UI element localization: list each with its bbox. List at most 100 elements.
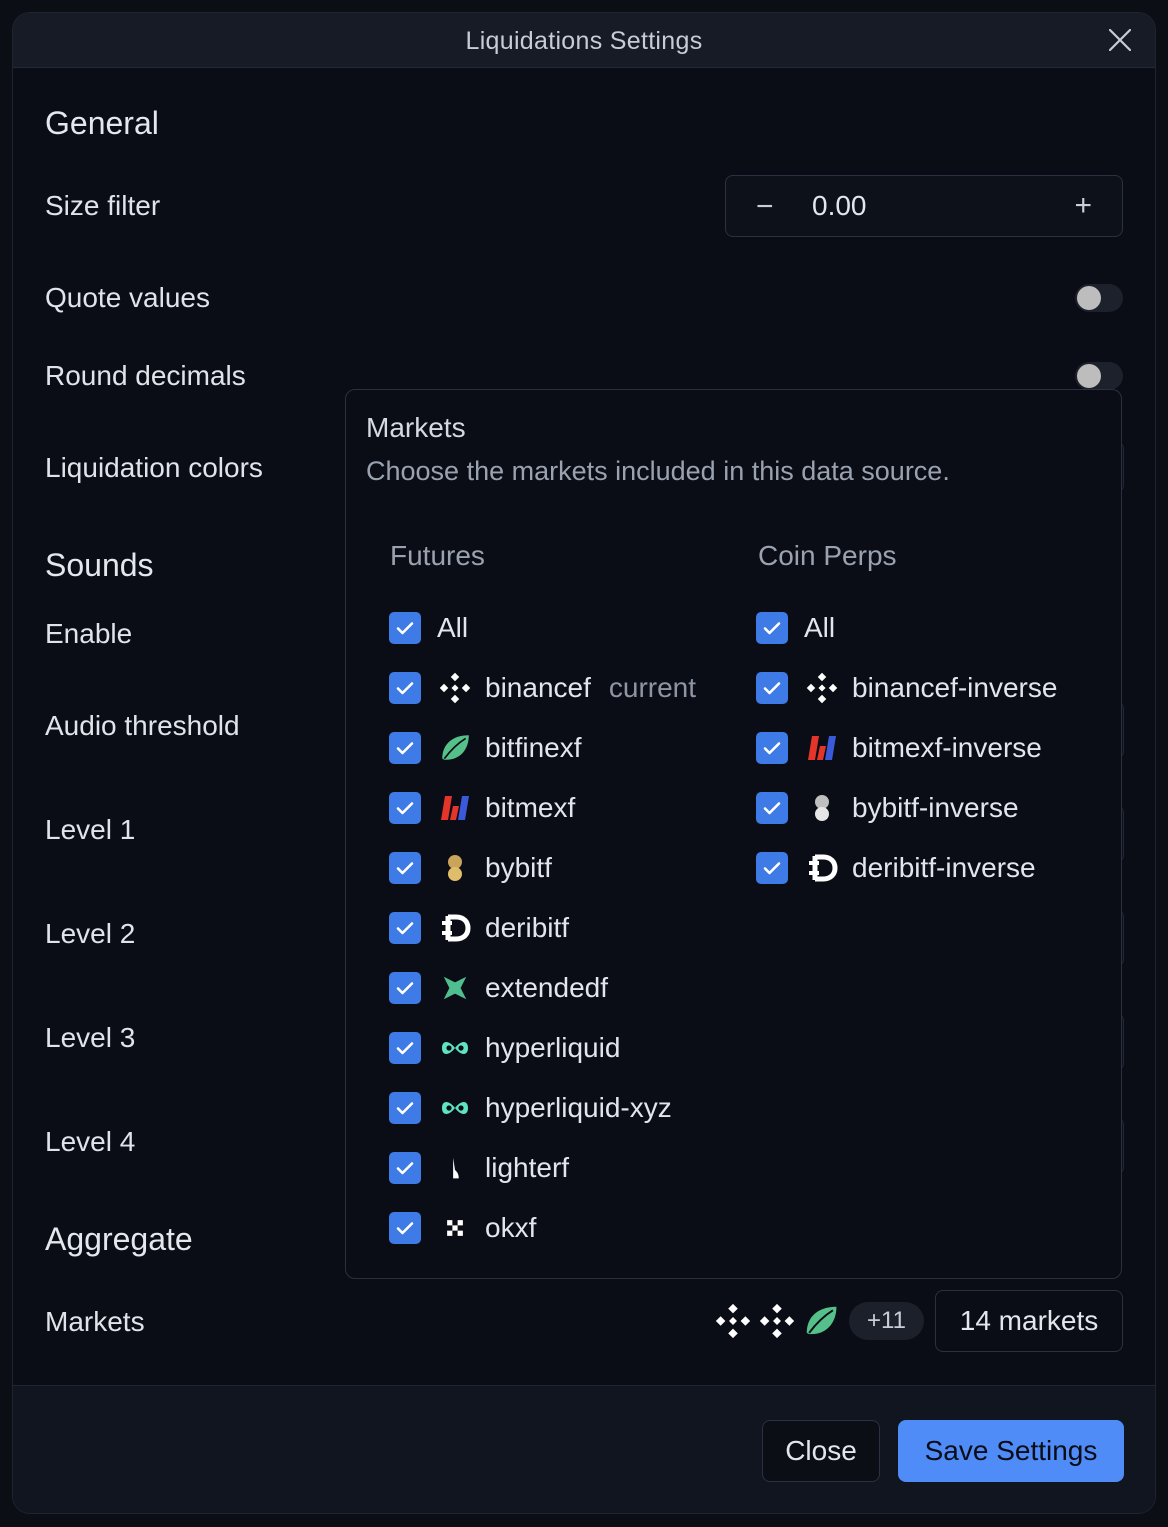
hyperliquid-icon: [437, 1090, 473, 1126]
checkbox[interactable]: [389, 612, 421, 644]
market-option-okxf[interactable]: okxf: [389, 1210, 536, 1246]
close-icon[interactable]: [1107, 27, 1133, 53]
bybit-icon: [804, 790, 840, 826]
check-icon: [393, 676, 417, 700]
market-option-hyperliquid-xyz[interactable]: hyperliquid-xyz: [389, 1090, 672, 1126]
market-option-deribitf-inverse[interactable]: deribitf-inverse: [756, 850, 1036, 886]
option-label: bitmexf-inverse: [852, 732, 1042, 763]
audio-threshold-label: Audio threshold: [45, 710, 240, 741]
quote-values-toggle[interactable]: [1075, 284, 1123, 312]
option-label: bybitf: [485, 852, 552, 883]
option-label: deribitf-inverse: [852, 852, 1036, 883]
sounds-enable-label: Enable: [45, 618, 133, 649]
check-icon: [393, 916, 417, 940]
checkbox[interactable]: [389, 792, 421, 824]
coin-perps-all-option[interactable]: All: [756, 610, 835, 646]
check-icon: [393, 1216, 417, 1240]
checkbox[interactable]: [389, 912, 421, 944]
market-option-binancef-inverse[interactable]: binancef-inverse: [756, 670, 1057, 706]
bybit-icon: [437, 850, 473, 886]
checkbox[interactable]: [389, 732, 421, 764]
checkbox[interactable]: [389, 1152, 421, 1184]
market-option-bitfinexf[interactable]: bitfinexf: [389, 730, 582, 766]
binance-icon: [713, 1301, 753, 1341]
checkbox[interactable]: [389, 972, 421, 1004]
size-filter-input[interactable]: 0.00: [812, 190, 867, 222]
increment-button[interactable]: +: [1074, 189, 1092, 223]
checkbox[interactable]: [389, 1212, 421, 1244]
check-icon: [393, 1156, 417, 1180]
liquidation-colors-label: Liquidation colors: [45, 452, 263, 483]
round-decimals-toggle[interactable]: [1075, 362, 1123, 390]
aggregate-section-title: Aggregate: [45, 1221, 193, 1257]
check-icon: [760, 676, 784, 700]
option-label: bybitf-inverse: [852, 792, 1019, 823]
check-icon: [393, 976, 417, 1000]
selected-markets-preview: +11: [713, 1301, 924, 1341]
market-option-bitmexf-inverse[interactable]: bitmexf-inverse: [756, 730, 1042, 766]
liquidations-settings-dialog: Liquidations Settings General Size filte…: [12, 12, 1156, 1514]
deribit-icon: [437, 910, 473, 946]
round-decimals-label: Round decimals: [45, 360, 246, 391]
save-settings-button[interactable]: Save Settings: [898, 1420, 1124, 1482]
deribit-icon: [804, 850, 840, 886]
extended-icon: [437, 970, 473, 1006]
size-filter-stepper: − 0.00 +: [725, 175, 1123, 237]
general-section-title: General: [45, 105, 159, 141]
market-option-hyperliquid[interactable]: hyperliquid: [389, 1030, 620, 1066]
sounds-section-title: Sounds: [45, 547, 154, 583]
checkbox[interactable]: [756, 612, 788, 644]
market-option-bitmexf[interactable]: bitmexf: [389, 790, 575, 826]
market-option-bybitf-inverse[interactable]: bybitf-inverse: [756, 790, 1019, 826]
dialog-title: Liquidations Settings: [465, 27, 703, 55]
option-label: binancef-inverse: [852, 672, 1058, 703]
toggle-knob: [1077, 286, 1101, 310]
check-icon: [393, 736, 417, 760]
markets-select-button[interactable]: 14 markets: [935, 1290, 1123, 1352]
okx-icon: [437, 1210, 473, 1246]
check-icon: [393, 856, 417, 880]
close-button[interactable]: Close: [762, 1420, 880, 1482]
check-icon: [393, 616, 417, 640]
markets-popover: Markets Choose the markets included in t…: [345, 389, 1122, 1279]
bitfinex-leaf-icon: [437, 730, 473, 766]
checkbox[interactable]: [756, 732, 788, 764]
decrement-button[interactable]: −: [756, 190, 774, 224]
option-label: lighterf: [485, 1152, 570, 1183]
check-icon: [393, 1036, 417, 1060]
checkbox[interactable]: [756, 792, 788, 824]
popover-subtitle: Choose the markets included in this data…: [366, 456, 950, 486]
option-label: hyperliquid: [485, 1032, 621, 1063]
checkbox[interactable]: [389, 852, 421, 884]
option-label: binancef: [485, 672, 591, 703]
option-label: extendedf: [485, 972, 608, 1003]
check-icon: [760, 796, 784, 820]
lighter-icon: [437, 1150, 473, 1186]
futures-all-option[interactable]: All: [389, 610, 468, 646]
check-icon: [760, 736, 784, 760]
market-option-bybitf[interactable]: bybitf: [389, 850, 552, 886]
checkbox[interactable]: [389, 672, 421, 704]
level-1-label: Level 1: [45, 814, 136, 845]
option-label: deribitf: [485, 912, 570, 943]
dialog-titlebar: Liquidations Settings: [13, 13, 1155, 68]
market-option-deribitf[interactable]: deribitf: [389, 910, 569, 946]
checkbox[interactable]: [756, 852, 788, 884]
market-option-extendedf[interactable]: extendedf: [389, 970, 608, 1006]
level-2-label: Level 2: [45, 918, 136, 949]
binance-icon: [757, 1301, 797, 1341]
hyperliquid-icon: [437, 1030, 473, 1066]
market-option-lighterf[interactable]: lighterf: [389, 1150, 569, 1186]
aggregate-markets-label: Markets: [45, 1306, 145, 1337]
popover-title: Markets: [366, 412, 466, 443]
check-icon: [393, 796, 417, 820]
checkbox[interactable]: [389, 1092, 421, 1124]
market-option-binancef[interactable]: binancef current: [389, 670, 696, 706]
level-3-label: Level 3: [45, 1022, 136, 1053]
current-tag: current: [608, 672, 697, 703]
checkbox[interactable]: [389, 1032, 421, 1064]
binance-icon: [437, 670, 473, 706]
toggle-knob: [1077, 364, 1101, 388]
checkbox[interactable]: [756, 672, 788, 704]
option-label: okxf: [485, 1212, 537, 1243]
